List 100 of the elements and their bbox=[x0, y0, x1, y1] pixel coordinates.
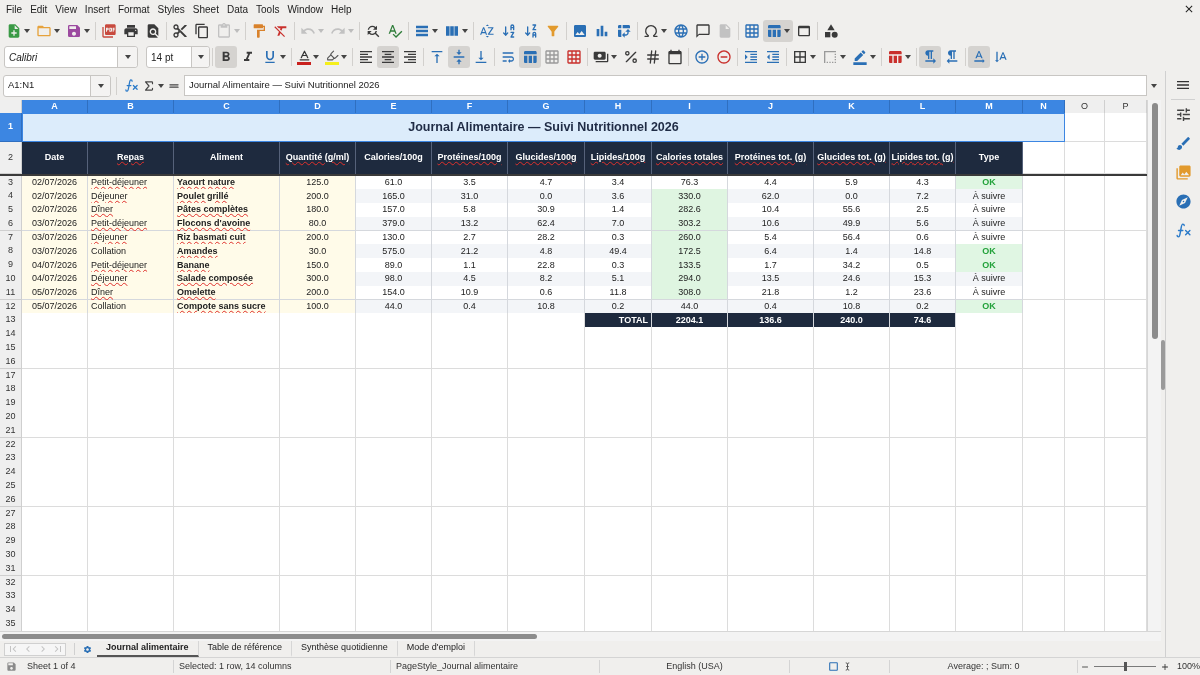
dropdown-button[interactable] bbox=[117, 47, 137, 67]
column-header[interactable]: B bbox=[88, 100, 174, 115]
gear-icon bbox=[82, 644, 92, 654]
menu-item[interactable]: File bbox=[2, 1, 27, 17]
caret-icon bbox=[870, 55, 876, 59]
table-cell: 04/07/2026 bbox=[22, 258, 88, 273]
menu-item[interactable]: Tools bbox=[252, 1, 284, 17]
row-header[interactable]: 18 bbox=[0, 382, 22, 397]
header-cell: Date bbox=[22, 142, 88, 174]
left-to-right-button[interactable] bbox=[919, 46, 941, 68]
page-magnifier-icon bbox=[145, 22, 161, 39]
align-center-button[interactable] bbox=[377, 46, 399, 68]
align-middle-button[interactable] bbox=[448, 46, 470, 68]
row-header[interactable]: 14 bbox=[0, 327, 22, 342]
page-icon bbox=[717, 22, 733, 39]
column-header[interactable]: K bbox=[814, 100, 890, 115]
row-header[interactable]: 25 bbox=[0, 479, 22, 494]
column-header[interactable]: D bbox=[280, 100, 356, 115]
pencil-line-icon bbox=[852, 49, 868, 65]
menu-item[interactable]: Help bbox=[327, 1, 356, 17]
formula-input-field[interactable]: Journal Alimentaire — Suivi Nutritionnel 2026 bbox=[184, 75, 1147, 96]
row-header[interactable]: 20 bbox=[0, 410, 22, 425]
function-icon bbox=[123, 78, 139, 93]
zoom-slider[interactable] bbox=[1094, 662, 1156, 671]
table-cell: Banane bbox=[174, 258, 280, 273]
row-header[interactable]: 13 bbox=[0, 313, 22, 328]
row-header[interactable]: 4 bbox=[0, 189, 22, 204]
column-header[interactable]: N bbox=[1023, 100, 1065, 115]
caret-icon bbox=[84, 28, 90, 33]
column-header[interactable]: E bbox=[356, 100, 432, 115]
sidebar-collapse-handle[interactable] bbox=[1161, 340, 1165, 390]
bold-button[interactable] bbox=[215, 46, 237, 68]
row-header[interactable]: 29 bbox=[0, 534, 22, 549]
row-header[interactable]: 23 bbox=[0, 451, 22, 466]
menu-item[interactable]: Format bbox=[113, 1, 154, 17]
caret-icon bbox=[611, 55, 617, 59]
table-cell: 165.0 bbox=[356, 189, 432, 204]
caret-icon bbox=[840, 55, 846, 59]
scrollbar-thumb[interactable] bbox=[1151, 103, 1158, 339]
scrollbar-thumb[interactable] bbox=[2, 634, 537, 639]
row-header[interactable]: 19 bbox=[0, 396, 22, 411]
font-size-field[interactable]: 14 pt bbox=[146, 46, 210, 68]
row-header[interactable]: 1 bbox=[0, 113, 22, 142]
column-header[interactable]: P bbox=[1105, 100, 1147, 115]
row-header[interactable]: 28 bbox=[0, 520, 22, 535]
row-header[interactable]: 24 bbox=[0, 465, 22, 480]
table-cell: 172.5 bbox=[652, 244, 728, 259]
table-cell: OK bbox=[956, 258, 1023, 273]
column-header[interactable]: H bbox=[585, 100, 652, 115]
row-header[interactable]: 33 bbox=[0, 589, 22, 604]
column-header[interactable]: C bbox=[174, 100, 280, 115]
row-header[interactable]: 9 bbox=[0, 258, 22, 273]
column-header[interactable]: J bbox=[728, 100, 814, 115]
column-header[interactable]: F bbox=[432, 100, 508, 115]
column-header[interactable]: M bbox=[956, 100, 1023, 115]
row-header[interactable]: 10 bbox=[0, 272, 22, 287]
table-cell: 13.5 bbox=[728, 272, 814, 287]
column-header[interactable]: G bbox=[508, 100, 585, 115]
column-header[interactable]: O bbox=[1065, 100, 1105, 115]
freeze-button[interactable] bbox=[763, 19, 793, 42]
dropdown-button[interactable] bbox=[191, 47, 209, 67]
caret-icon bbox=[97, 83, 104, 88]
pdf-document-icon bbox=[101, 22, 117, 39]
table-cell: Poulet grillé bbox=[174, 189, 280, 204]
row-header[interactable]: 15 bbox=[0, 341, 22, 356]
pilcrow-arrow-icon bbox=[922, 49, 938, 65]
menu-item[interactable]: Sheet bbox=[188, 1, 223, 17]
header-cell: Lipides tot. (g) bbox=[890, 142, 956, 174]
row-header[interactable]: 35 bbox=[0, 617, 22, 631]
merge-center-button[interactable] bbox=[519, 46, 541, 68]
row-header[interactable]: 2 bbox=[0, 142, 22, 174]
column-header[interactable]: I bbox=[652, 100, 728, 115]
name-box-field[interactable]: A1:N1 bbox=[3, 74, 111, 97]
row-header[interactable]: 5 bbox=[0, 203, 22, 218]
select-all-corner[interactable] bbox=[0, 100, 22, 115]
slider-thumb[interactable] bbox=[1123, 662, 1127, 671]
menu-item[interactable]: Insert bbox=[80, 1, 114, 17]
menu-item[interactable]: Edit bbox=[26, 1, 52, 17]
row-header[interactable]: 8 bbox=[0, 244, 22, 259]
menu-item[interactable]: Window bbox=[283, 1, 327, 17]
table-cell: 300.0 bbox=[280, 272, 356, 287]
spellcheck-icon bbox=[387, 22, 403, 39]
menu-item[interactable]: Styles bbox=[153, 1, 189, 17]
font-name-field[interactable]: Calibri bbox=[4, 46, 138, 68]
row-header[interactable]: 30 bbox=[0, 548, 22, 563]
menu-item[interactable]: Data bbox=[222, 1, 253, 17]
caret-icon bbox=[432, 28, 438, 33]
table-cell: À suivre bbox=[956, 272, 1023, 287]
table-cell: Salade composée bbox=[174, 272, 280, 287]
dropdown-button[interactable] bbox=[90, 75, 110, 96]
menu-item[interactable]: View bbox=[51, 1, 81, 17]
column-header[interactable]: L bbox=[890, 100, 956, 115]
column-header[interactable]: A bbox=[22, 100, 88, 115]
row-header[interactable]: 34 bbox=[0, 603, 22, 618]
horizontal-text-button[interactable] bbox=[968, 46, 990, 68]
horizontal-scrollbar[interactable] bbox=[0, 631, 1161, 641]
caret-icon bbox=[462, 28, 468, 33]
indent-increase-icon bbox=[743, 49, 759, 65]
vertical-scrollbar[interactable] bbox=[1147, 100, 1161, 631]
statistics-text: Average: ; Sum: 0 bbox=[947, 659, 1020, 673]
